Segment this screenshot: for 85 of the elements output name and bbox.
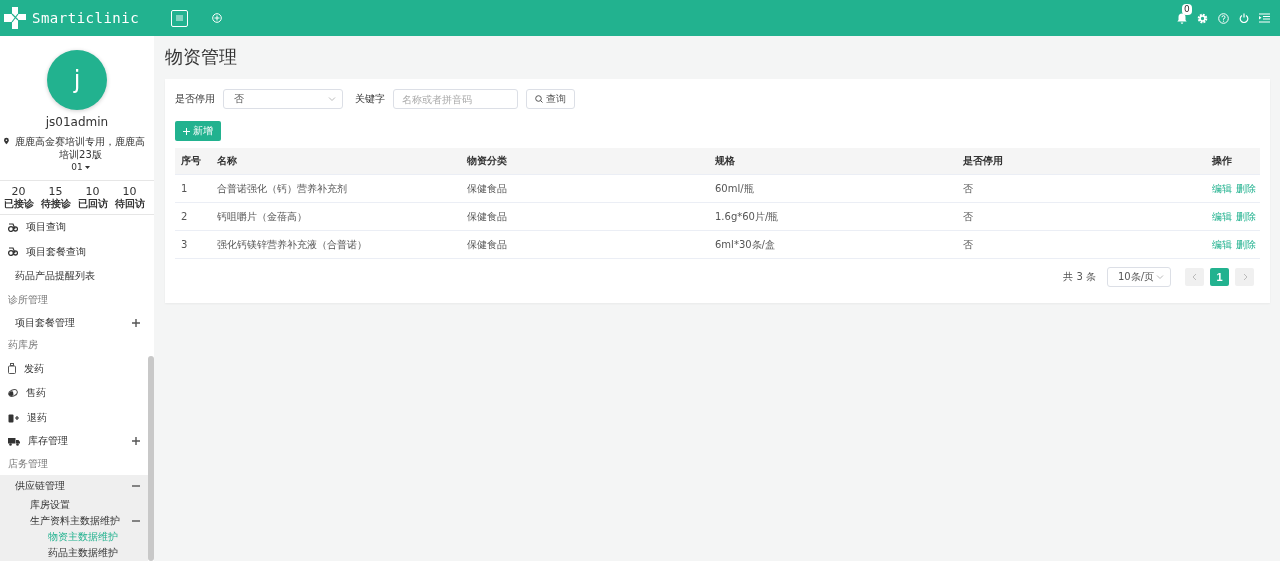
battery-plus-icon [8, 412, 19, 423]
add-tab-icon[interactable] [212, 13, 223, 23]
chevron-left-icon [1191, 273, 1198, 281]
menu-item[interactable]: 项目套餐查询 [0, 239, 148, 264]
menu-item[interactable]: 售药 [0, 381, 148, 406]
stat-label: 待回访 [114, 197, 145, 210]
table-cell-text: 保健食品 [467, 181, 508, 196]
table-cell-text: 否 [963, 209, 974, 224]
table-cell-text: 3 [181, 239, 189, 250]
table-cell-text: 合普诺强化（钙）营养补充剂 [217, 181, 348, 196]
column-header: 操作 [1212, 154, 1233, 168]
username: js01admin [45, 115, 109, 129]
table-cell-text: 保健食品 [467, 209, 508, 224]
menu-button[interactable] [171, 9, 189, 27]
notification-badge: 0 [1182, 3, 1192, 15]
menu-group[interactable]: 供应链管理 [0, 475, 148, 497]
minus-icon [132, 517, 140, 525]
plus-icon [183, 127, 190, 135]
scrollbar[interactable] [148, 356, 154, 561]
menu-item[interactable]: 药品产品提醒列表 [0, 264, 148, 289]
page-size-select[interactable]: 10条/页 [1107, 267, 1171, 287]
column-header: 物资分类 [467, 154, 508, 168]
app-name: Smarticlinic [32, 10, 140, 26]
table-cell-text: 6ml*30条/盒 [715, 237, 776, 252]
column-header: 规格 [715, 154, 736, 168]
table-cell-text: 1 [181, 183, 189, 194]
menu-item[interactable]: 药品主数据维护 [0, 545, 148, 561]
menu-group[interactable]: 库存管理 [0, 430, 148, 452]
stat-value: 10 [85, 185, 100, 198]
column-header: 是否停用 [963, 154, 1004, 168]
clinic-location: 鹿鹿高金赛培训专用，鹿鹿高培训23版 [14, 135, 147, 161]
collapse-menu-icon[interactable] [1259, 13, 1270, 23]
pill-icon [8, 389, 18, 398]
column-header: 名称 [217, 154, 238, 168]
location-pin-icon [4, 137, 9, 145]
stat-value: 20 [11, 185, 26, 198]
bicycle-icon [8, 222, 18, 232]
filter-label: 是否停用 [175, 92, 215, 106]
total-count: 共 3 条 [1063, 270, 1096, 284]
menu-item[interactable]: 库房设置 [0, 497, 148, 513]
menu-section-title: 诊所管理 [7, 293, 49, 307]
chevron-down-icon [1156, 273, 1164, 281]
menu-section-title: 店务管理 [7, 456, 49, 471]
bottle-icon [8, 363, 16, 375]
stat-value: 10 [122, 185, 137, 198]
settings-icon[interactable] [1197, 12, 1208, 24]
stat-label: 待接诊 [40, 197, 71, 210]
table-cell-text: 2 [181, 211, 189, 222]
table-cell-text: 保健食品 [467, 237, 508, 252]
avatar: j [47, 50, 107, 110]
menu-item[interactable]: 退药 [0, 405, 148, 430]
table-cell-text: 1.6g*60片/瓶 [715, 209, 780, 224]
page-title: 物资管理 [165, 45, 238, 69]
help-icon[interactable] [1218, 12, 1229, 24]
truck-icon [8, 436, 20, 446]
minus-icon [132, 482, 140, 490]
stat-label: 已接诊 [3, 197, 34, 210]
menu-group[interactable]: 生产资料主数据维护 [0, 513, 148, 529]
search-button[interactable]: 查询 [526, 89, 575, 109]
plus-icon [132, 437, 140, 445]
table-cell-text: 强化钙镁锌营养补充液（合普诺） [217, 237, 368, 252]
logo-icon [4, 7, 26, 29]
table-cell-text: 否 [963, 181, 974, 196]
table-cell-text: 钙咀嚼片（金蓓高） [217, 209, 308, 224]
stat-value: 15 [48, 185, 63, 198]
stat-label: 已回访 [77, 197, 108, 210]
menu-group[interactable]: 项目套餐管理 [0, 311, 148, 334]
filter-label: 关键字 [355, 92, 385, 106]
chevron-down-icon [328, 95, 336, 103]
bicycle-icon [8, 247, 18, 257]
chevron-right-icon [1241, 273, 1248, 281]
search-icon [535, 95, 543, 103]
keyword-input[interactable]: 名称或者拼音码 [393, 89, 518, 109]
power-icon[interactable] [1239, 13, 1249, 23]
status-select[interactable]: 否 [223, 89, 343, 109]
plus-icon [132, 318, 140, 327]
column-header: 序号 [181, 154, 202, 168]
table-cell-text: 否 [963, 237, 974, 252]
notification-icon[interactable] [1177, 12, 1187, 24]
menu-section-title: 药库房 [7, 338, 39, 352]
menu-item[interactable]: 发药 [0, 356, 148, 381]
menu-item[interactable]: 项目查询 [0, 215, 148, 240]
table-cell-text: 60ml/瓶 [715, 181, 755, 196]
caret-icon [84, 166, 90, 169]
location-dropdown[interactable]: 01 [71, 161, 90, 174]
